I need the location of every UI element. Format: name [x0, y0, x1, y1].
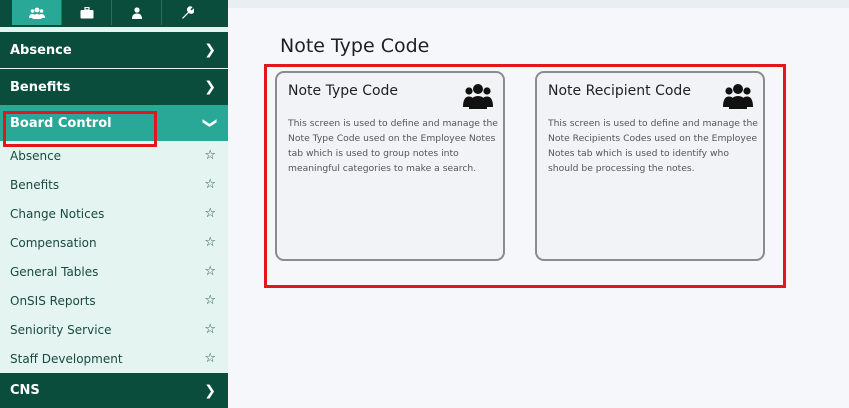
person-icon	[131, 6, 142, 19]
star-icon[interactable]: ☆	[204, 177, 216, 192]
sidebar-item-general-tables[interactable]: General Tables ☆	[0, 257, 228, 286]
nav-section-label: CNS	[10, 383, 40, 398]
sidebar-item-benefits[interactable]: Benefits ☆	[0, 170, 228, 199]
briefcase-icon	[80, 6, 93, 18]
nav-section-cns[interactable]: CNS ❯	[0, 373, 228, 408]
people-icon	[28, 7, 45, 19]
sidebar-item-label: OnSIS Reports	[10, 293, 96, 308]
tab-wrench[interactable]	[162, 0, 212, 25]
sidebar-item-label: Staff Development	[10, 351, 123, 366]
nav-section-absence[interactable]: Absence ❯	[0, 32, 228, 68]
sidebar: Absence ❯ Benefits ❯ Board Control ❯ Abs…	[0, 0, 228, 408]
star-icon[interactable]: ☆	[204, 322, 216, 337]
star-icon[interactable]: ☆	[204, 351, 216, 366]
star-icon[interactable]: ☆	[204, 264, 216, 279]
chevron-down-icon: ❯	[202, 117, 219, 129]
chevron-right-icon: ❯	[204, 79, 216, 95]
nav-section-label: Absence	[10, 42, 72, 58]
page-title: Note Type Code	[280, 35, 430, 57]
chevron-right-icon: ❯	[204, 382, 216, 399]
wrench-icon	[181, 6, 194, 19]
sidebar-item-label: Change Notices	[10, 206, 105, 221]
star-icon[interactable]: ☆	[204, 235, 216, 250]
nav-section-label: Benefits	[10, 79, 71, 95]
sidebar-item-label: Seniority Service	[10, 322, 112, 337]
sidebar-item-label: Compensation	[10, 235, 97, 250]
sidebar-item-change-notices[interactable]: Change Notices ☆	[0, 199, 228, 228]
star-icon[interactable]: ☆	[204, 293, 216, 308]
sidebar-item-label: General Tables	[10, 264, 99, 279]
sidebar-item-onsis-reports[interactable]: OnSIS Reports ☆	[0, 286, 228, 315]
highlight-box	[264, 64, 786, 288]
star-icon[interactable]: ☆	[204, 148, 216, 163]
sidebar-item-label: Absence	[10, 148, 62, 163]
star-icon[interactable]: ☆	[204, 206, 216, 221]
sidebar-item-compensation[interactable]: Compensation ☆	[0, 228, 228, 257]
nav-section-benefits[interactable]: Benefits ❯	[0, 69, 228, 105]
tab-people[interactable]	[12, 0, 62, 25]
sidebar-icon-tabs	[0, 0, 228, 27]
tab-person[interactable]	[112, 0, 162, 25]
sidebar-item-staff-development[interactable]: Staff Development ☆	[0, 344, 228, 373]
sidebar-item-seniority-service[interactable]: Seniority Service ☆	[0, 315, 228, 344]
highlight-box	[3, 111, 157, 147]
tab-briefcase[interactable]	[62, 0, 112, 25]
chevron-right-icon: ❯	[204, 42, 216, 58]
sidebar-item-label: Benefits	[10, 177, 60, 192]
top-bar	[228, 0, 849, 8]
